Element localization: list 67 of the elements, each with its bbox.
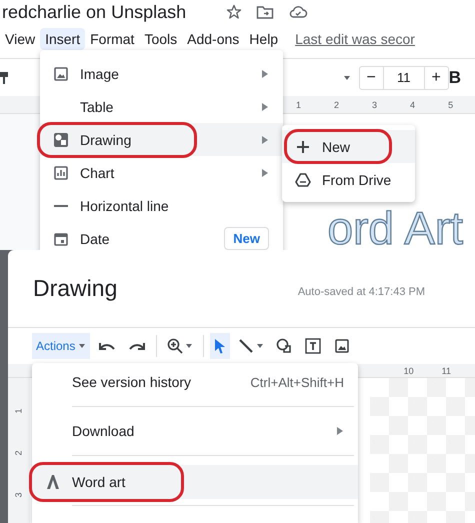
ruler-number: 5 [448, 100, 454, 110]
ruler-number: 10 [404, 366, 414, 376]
caret-icon [185, 343, 194, 349]
horizontal-line-icon [53, 204, 69, 208]
image-icon [53, 66, 69, 82]
toolbar-button[interactable] [210, 333, 230, 359]
ruler-number: 2 [14, 450, 24, 456]
drawing-icon [53, 132, 69, 148]
submenu-arrow-icon [261, 68, 269, 78]
caret-icon [256, 343, 264, 349]
menu-item[interactable]: Help [244, 28, 284, 50]
menu-item[interactable]: Format [85, 28, 140, 50]
ruler-number: 1 [14, 408, 24, 414]
decrease-font-size-button[interactable]: − [360, 66, 384, 88]
menu-item[interactable]: Image [40, 57, 283, 90]
font-size-field[interactable]: 11 [384, 66, 424, 88]
redo-icon [128, 340, 146, 352]
caret-icon [78, 343, 86, 349]
select-pointer-icon [214, 338, 226, 354]
drive-icon [295, 172, 311, 188]
menu-item[interactable]: Download [32, 416, 358, 446]
word-art-text: ord Art [327, 206, 463, 250]
image-icon [334, 338, 350, 354]
font-dropdown-caret-icon [342, 74, 351, 80]
last-edit-link[interactable]: Last edit was secor [295, 31, 415, 47]
ruler-number: 1 [296, 100, 302, 110]
menu-item[interactable]: Add-ons [182, 28, 244, 50]
menu-item[interactable]: Table [40, 90, 283, 123]
menu-item[interactable]: Horizontal line [40, 189, 283, 222]
plus-icon [295, 138, 311, 154]
menu-item[interactable]: Tools [139, 28, 182, 50]
submenu-arrow-icon [261, 168, 269, 178]
submenu-arrow-icon [261, 102, 269, 112]
menu-item[interactable]: Insert [40, 28, 86, 50]
menu-item[interactable]: View [0, 28, 40, 50]
word-art-icon [45, 474, 61, 490]
line-tool-icon [238, 338, 254, 354]
shortcut-text: Ctrl+Alt+Shift+H [250, 374, 344, 390]
menu-item[interactable]: From Drive [282, 163, 415, 196]
ruler-number: 11 [442, 366, 451, 376]
menu-item[interactable]: Chart [40, 156, 283, 189]
ruler-number: 3 [14, 492, 24, 498]
ruler-number: 4 [410, 100, 416, 110]
zoom-icon [167, 338, 184, 354]
ruler-number: 3 [372, 100, 378, 110]
menu-item[interactable]: Date New [40, 222, 283, 250]
folder-icon [256, 4, 274, 20]
document-title: redcharlie on Unsplash [2, 2, 186, 22]
menu-item[interactable]: Drawing [40, 123, 283, 156]
paint-format-icon [0, 70, 10, 86]
text-box-icon [304, 337, 322, 355]
star-icon [226, 4, 242, 20]
calendar-icon [53, 230, 69, 246]
cloud-icon [288, 4, 308, 20]
shape-icon [276, 338, 292, 354]
chart-icon [53, 164, 69, 180]
menu-item[interactable]: See version history Ctrl+Alt+Shift+H [32, 367, 358, 397]
submenu-arrow-icon [336, 426, 344, 436]
bold-button[interactable]: B [448, 68, 461, 88]
dialog-title: Drawing [33, 275, 118, 302]
actions-menu-button[interactable]: Actions [32, 333, 90, 359]
undo-icon [98, 340, 116, 352]
increase-font-size-button[interactable]: + [424, 66, 448, 88]
submenu-arrow-icon [261, 134, 269, 144]
autosave-status: Auto-saved at 4:17:43 PM [298, 286, 426, 298]
menu-item[interactable]: Word art [32, 465, 358, 499]
ruler-number: 2 [334, 100, 340, 110]
